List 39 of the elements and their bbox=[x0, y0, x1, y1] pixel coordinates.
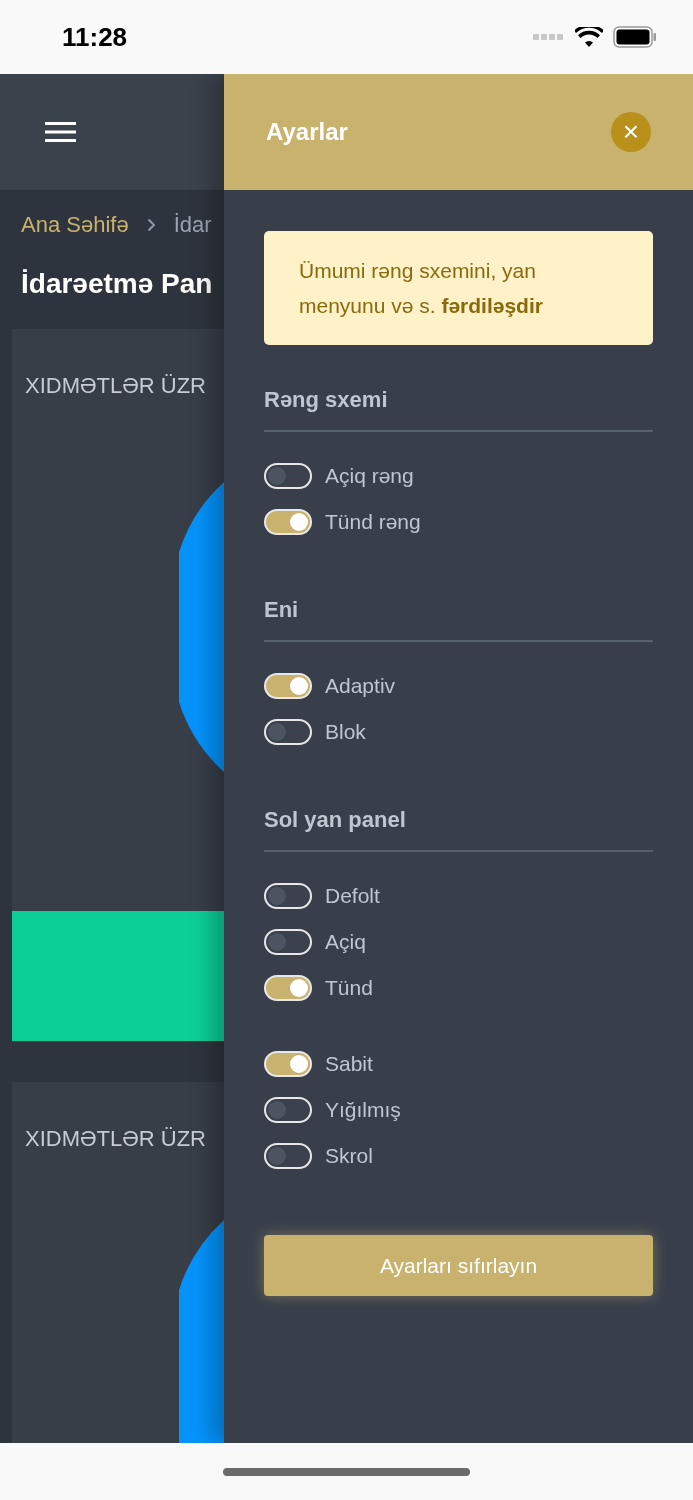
breadcrumb-link[interactable]: Ana Səhifə bbox=[21, 208, 129, 241]
toggle-switch[interactable] bbox=[264, 463, 312, 489]
toggle-switch[interactable] bbox=[264, 929, 312, 955]
toggle-label: Yığılmış bbox=[325, 1097, 401, 1123]
section-heading: Eni bbox=[264, 593, 653, 642]
toggle-label: Açiq rəng bbox=[325, 463, 414, 489]
chevron-right-icon bbox=[146, 217, 156, 232]
toggle-switch[interactable] bbox=[264, 1143, 312, 1169]
signal-icon bbox=[533, 33, 565, 41]
breadcrumb-item: İdar bbox=[173, 211, 212, 239]
toggle-switch[interactable] bbox=[264, 673, 312, 699]
toggle-label: Tünd bbox=[325, 975, 373, 1001]
toggle-label: Sabit bbox=[325, 1051, 373, 1077]
toggle-label: Adaptiv bbox=[325, 673, 396, 699]
notice-text: Ümumi rəng sxemini, yan menyunu və s. fərdiləşdir bbox=[264, 231, 653, 345]
battery-icon bbox=[613, 26, 657, 48]
toggle-switch[interactable] bbox=[264, 975, 312, 1001]
section-heading: Rəng sxemi bbox=[264, 383, 653, 432]
section-heading: Sol yan panel bbox=[264, 803, 653, 852]
toggle-label: Skrol bbox=[325, 1143, 373, 1169]
toggle-switch[interactable] bbox=[264, 509, 312, 535]
status-time: 11:28 bbox=[62, 20, 128, 54]
home-indicator[interactable] bbox=[223, 1467, 470, 1476]
card-title: XIDMƏTLƏR ÜZR bbox=[24, 372, 207, 400]
toggle-switch[interactable] bbox=[264, 1097, 312, 1123]
close-button[interactable]: × bbox=[611, 112, 651, 152]
wifi-icon bbox=[575, 27, 603, 47]
toggle-switch[interactable] bbox=[264, 719, 312, 745]
menu-icon[interactable] bbox=[45, 122, 76, 142]
toggle-label: Blok bbox=[325, 719, 366, 745]
toggle-switch[interactable] bbox=[264, 883, 312, 909]
panel-title: Ayarlar bbox=[266, 117, 348, 147]
toggle-label: Açiq bbox=[325, 929, 366, 955]
toggle-label: Defolt bbox=[325, 883, 380, 909]
page-title: İdarəetmə Pan bbox=[20, 267, 214, 301]
toggle-label: Tünd rəng bbox=[325, 509, 421, 535]
reset-button[interactable]: Ayarları sıfırlayın bbox=[264, 1235, 653, 1296]
card-title: XIDMƏTLƏR ÜZR bbox=[24, 1125, 207, 1153]
toggle-switch[interactable] bbox=[264, 1051, 312, 1077]
